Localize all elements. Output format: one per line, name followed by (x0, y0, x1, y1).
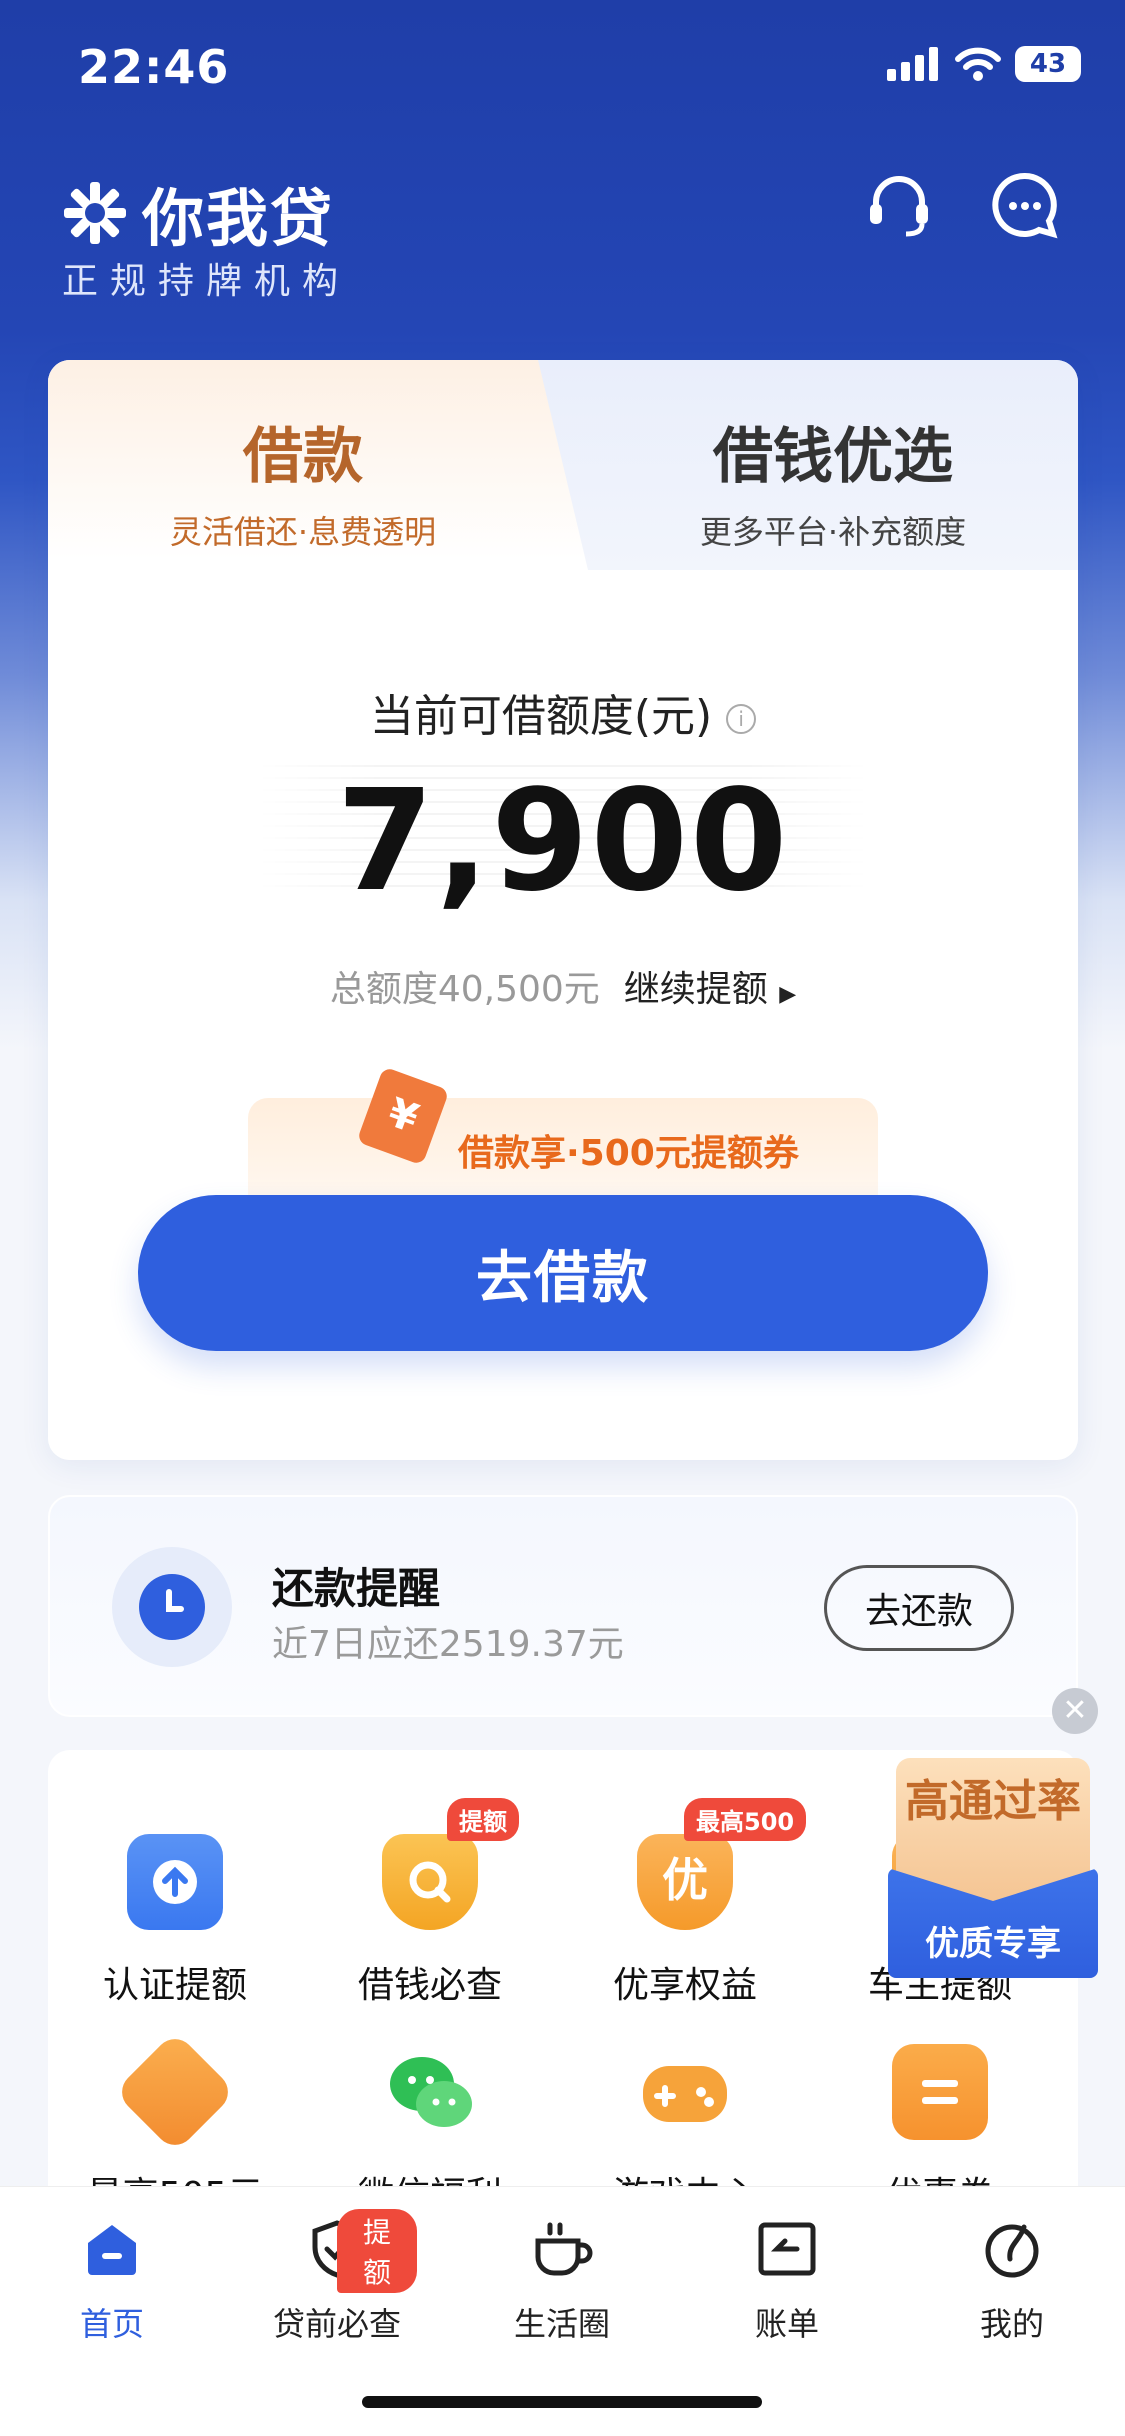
wechat-icon (382, 2044, 478, 2140)
tab-area: 借款 灵活借还·息费透明 借钱优选 更多平台·补充额度 (48, 360, 1078, 570)
close-icon[interactable]: ✕ (1052, 1688, 1098, 1734)
grid-label: 认证提额 (102, 1965, 247, 2006)
status-icons: 43 (887, 46, 1081, 82)
borrow-button[interactable]: 去借款 (138, 1195, 988, 1351)
available-limit-label: 当前可借额度(元) i (48, 680, 1078, 744)
tab-loan-check[interactable]: 提额 贷前必查 (257, 2209, 417, 2345)
grid-item-loan-check[interactable]: 提额 借钱必查 (305, 1798, 555, 2008)
tab-life[interactable]: 生活圈 (482, 2217, 642, 2345)
grid-label: 优享权益 (612, 1965, 757, 2006)
privilege-icon: 优 (637, 1834, 733, 1930)
message-icon[interactable] (990, 170, 1060, 240)
bill-icon (755, 2217, 819, 2281)
available-limit-text: 当前可借额度(元) (369, 691, 713, 742)
wifi-icon (955, 47, 1001, 81)
coupon-banner[interactable]: ¥ 借款享·500元提额券 (248, 1066, 878, 1198)
customer-service-icon[interactable] (864, 170, 934, 240)
home-indicator (362, 2396, 762, 2408)
search-shield-icon (382, 1834, 478, 1930)
grid-badge: 最高500 (684, 1798, 807, 1841)
tab-bill[interactable]: 账单 (707, 2217, 867, 2345)
coupon-icon (892, 2044, 988, 2140)
grid-item-privilege[interactable]: 最高500 优 优享权益 (560, 1798, 810, 2008)
repayment-reminder: 还款提醒 近7日应还2519.37元 去还款 (48, 1495, 1078, 1717)
signal-icon (887, 47, 938, 81)
tab-preferred[interactable]: 借钱优选 更多平台·补充额度 (588, 408, 1078, 553)
status-time: 22:46 (78, 40, 230, 94)
tab-borrow-title: 借款 (243, 422, 363, 492)
gift-diamond-icon (113, 2030, 237, 2154)
brand-logo-icon (64, 182, 126, 244)
grid-item-auth-raise[interactable]: 认证提额 (50, 1834, 300, 2008)
tab-preferred-subtitle: 更多平台·补充额度 (699, 513, 967, 551)
clock-icon (112, 1547, 232, 1667)
gamepad-icon (637, 2044, 733, 2140)
repay-button[interactable]: 去还款 (824, 1565, 1014, 1651)
coupon-text: 借款享·500元提额券 (458, 1133, 799, 1174)
floating-ad[interactable]: 高通过率 优质专享 (888, 1758, 1098, 1978)
grid-badge: 提额 (447, 1798, 519, 1841)
triangle-right-icon: ▶ (779, 982, 797, 1007)
tab-badge: 提额 (337, 2209, 417, 2293)
loan-card: 借款 灵活借还·息费透明 借钱优选 更多平台·补充额度 当前可借额度(元) i 7… (48, 360, 1078, 1460)
info-icon[interactable]: i (726, 704, 757, 734)
tab-mine[interactable]: 我的 (932, 2217, 1092, 2345)
tab-label: 贷前必查 (272, 2305, 401, 2343)
reminder-title: 还款提醒 (272, 1564, 441, 1613)
coffee-cup-icon (530, 2217, 594, 2281)
tab-borrow-subtitle: 灵活借还·息费透明 (169, 513, 437, 551)
grid-label: 借钱必查 (357, 1965, 502, 2006)
tab-borrow[interactable]: 借款 灵活借还·息费透明 (48, 408, 558, 553)
tab-preferred-title: 借钱优选 (713, 422, 953, 492)
tab-label: 账单 (754, 2305, 819, 2343)
raise-limit-text: 继续提额 (623, 969, 768, 1010)
profile-icon (980, 2217, 1044, 2281)
tab-label: 生活圈 (513, 2305, 610, 2343)
upload-arrow-icon (127, 1834, 223, 1930)
reminder-subtitle: 近7日应还2519.37元 (272, 1624, 624, 1665)
brand: 你我贷 (60, 168, 334, 258)
battery-indicator: 43 (1015, 46, 1081, 82)
total-limit: 总额度40,500元 (329, 969, 600, 1010)
total-limit-line: 总额度40,500元 继续提额 ▶ (48, 960, 1078, 1012)
available-amount: 7,900 (336, 760, 790, 923)
brand-subtitle: 正规持牌机构 (62, 261, 351, 302)
tab-home[interactable]: 首页 (32, 2217, 192, 2345)
tab-label: 我的 (979, 2305, 1044, 2343)
home-icon (80, 2217, 144, 2281)
brand-name: 你我贷 (142, 182, 335, 255)
tab-label: 首页 (79, 2305, 144, 2343)
raise-limit-link[interactable]: 继续提额 ▶ (624, 969, 796, 1010)
